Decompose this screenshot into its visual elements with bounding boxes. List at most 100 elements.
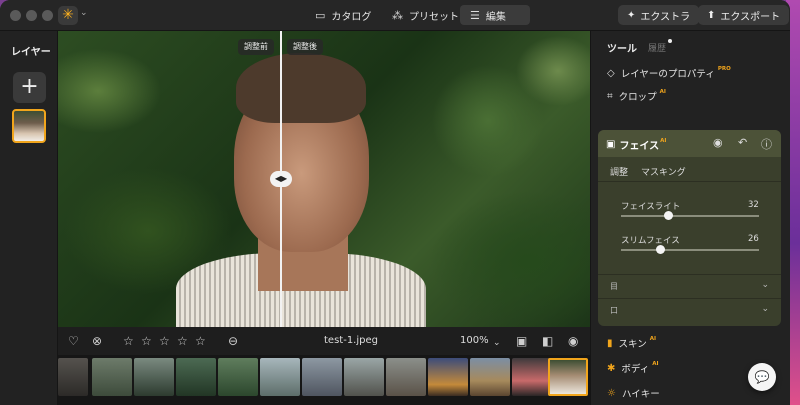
high-key-label: ハイキー bbox=[621, 389, 660, 400]
skin-label: スキン bbox=[618, 339, 647, 350]
file-name: test-1.jpeg bbox=[324, 335, 378, 346]
tab-history[interactable]: 履歴 bbox=[648, 41, 666, 54]
eye-icon[interactable]: ◉ bbox=[713, 136, 723, 149]
chevron-down-icon[interactable]: ⌄ bbox=[80, 8, 88, 18]
filmstrip-thumbnail[interactable] bbox=[260, 358, 300, 396]
app-window: ✳ ⌄ ▭ カタログ ⁂ プリセット ☰ 編集 ✦ エクストラ ⬆ エクスポート… bbox=[0, 0, 790, 405]
ai-badge: AI bbox=[649, 336, 657, 342]
chat-support-button[interactable]: 💬 bbox=[748, 363, 776, 391]
face-icon: ▣ bbox=[606, 139, 616, 150]
face-light-slider[interactable] bbox=[621, 215, 759, 217]
undo-icon[interactable]: ↶ bbox=[738, 136, 747, 149]
compare-icon[interactable]: ◧ bbox=[542, 333, 553, 349]
slim-face-slider-handle[interactable] bbox=[655, 245, 665, 254]
eyes-section[interactable]: 目 ⌄ bbox=[598, 274, 781, 296]
crop-item[interactable]: ⌗ クロップ AI bbox=[607, 89, 666, 103]
body-label: ボディ bbox=[621, 364, 650, 375]
filmstrip bbox=[58, 355, 590, 405]
notification-dot bbox=[668, 39, 672, 43]
high-key-item[interactable]: ☼ ハイキー bbox=[607, 386, 660, 401]
window-zoom-button[interactable] bbox=[42, 10, 53, 21]
highkey-icon: ☼ bbox=[607, 387, 616, 399]
zoom-level[interactable]: 100% bbox=[460, 335, 489, 346]
slim-face-value[interactable]: 26 bbox=[748, 234, 759, 244]
title-bar: ✳ ⌄ ▭ カタログ ⁂ プリセット ☰ 編集 ✦ エクストラ ⬆ エクスポート bbox=[0, 0, 790, 31]
app-logo-icon[interactable]: ✳ bbox=[58, 6, 78, 25]
face-tool-header[interactable]: ▣ フェイス AI ◉ ↶ ⓘ bbox=[598, 130, 781, 157]
nav-presets-label: プリセット bbox=[409, 11, 459, 23]
face-light-slider-handle[interactable] bbox=[663, 211, 673, 220]
filmstrip-thumbnail[interactable] bbox=[470, 358, 510, 396]
ai-badge: AI bbox=[660, 137, 667, 144]
pro-badge: PRO bbox=[717, 66, 731, 72]
body-item[interactable]: ✱ ボディ AI bbox=[607, 361, 659, 375]
heart-icon[interactable]: ♡ bbox=[68, 333, 79, 349]
eye-icon[interactable]: ◉ bbox=[568, 333, 578, 349]
chevron-down-icon: ⌄ bbox=[761, 304, 769, 314]
nav-edit-button[interactable]: ☰ 編集 bbox=[460, 5, 530, 25]
display-icon[interactable]: ▣ bbox=[516, 333, 527, 349]
image-canvas[interactable]: ◀▶ 調整前 調整後 bbox=[58, 31, 590, 327]
reject-icon[interactable]: ⊗ bbox=[92, 333, 102, 349]
filmstrip-thumbnail[interactable] bbox=[512, 358, 552, 396]
tools-panel: ツール 履歴 ◇ レイヤーのプロパティ PRO ⌗ クロップ AI ▣ フェイス… bbox=[590, 31, 790, 405]
more-options-icon[interactable]: ⊖ bbox=[228, 333, 238, 349]
face-light-value[interactable]: 32 bbox=[748, 200, 759, 210]
nav-catalog-button[interactable]: ▭ カタログ bbox=[305, 5, 381, 25]
skin-item[interactable]: ▮ スキン AI bbox=[607, 336, 656, 350]
star-icon[interactable]: ☆ bbox=[177, 333, 188, 349]
mouth-section[interactable]: 口 ⌄ bbox=[598, 298, 781, 320]
filmstrip-thumbnail[interactable] bbox=[92, 358, 132, 396]
filmstrip-thumbnail[interactable] bbox=[218, 358, 258, 396]
chevron-down-icon[interactable]: ⌄ bbox=[493, 335, 501, 351]
filmstrip-thumbnail[interactable] bbox=[428, 358, 468, 396]
sliders-icon: ☰ bbox=[470, 8, 480, 22]
filmstrip-thumbnail[interactable] bbox=[58, 358, 88, 396]
body-icon: ✱ bbox=[607, 362, 616, 374]
layer-properties-label: レイヤーのプロパティ bbox=[620, 69, 715, 80]
filmstrip-thumbnail[interactable] bbox=[134, 358, 174, 396]
layers-title: レイヤー bbox=[11, 47, 51, 58]
skin-icon: ▮ bbox=[607, 337, 613, 349]
sparkle-star-icon: ✦ bbox=[627, 9, 636, 21]
subtab-adjust[interactable]: 調整 bbox=[610, 165, 628, 178]
star-icon[interactable]: ☆ bbox=[141, 333, 152, 349]
star-icon[interactable]: ☆ bbox=[159, 333, 170, 349]
subtab-masking[interactable]: マスキング bbox=[641, 165, 686, 178]
add-layer-button[interactable]: + bbox=[13, 72, 46, 103]
divider-handle-icon[interactable]: ◀▶ bbox=[270, 171, 292, 187]
face-tool-block: ▣ フェイス AI ◉ ↶ ⓘ 調整 マスキング フェイスライト 32 スリムフ… bbox=[598, 130, 781, 326]
extra-button[interactable]: ✦ エクストラ bbox=[618, 5, 700, 25]
nav-catalog-label: カタログ bbox=[331, 11, 372, 23]
photo-hair bbox=[236, 53, 366, 123]
face-title-label: フェイス bbox=[619, 141, 660, 152]
tab-tools[interactable]: ツール bbox=[607, 40, 637, 55]
layer-properties-item[interactable]: ◇ レイヤーのプロパティ PRO bbox=[607, 66, 731, 80]
chevron-down-icon: ⌄ bbox=[761, 280, 769, 290]
star-icon[interactable]: ☆ bbox=[123, 333, 134, 349]
export-button[interactable]: ⬆ エクスポート bbox=[698, 5, 790, 25]
after-label: 調整後 bbox=[287, 39, 323, 55]
image-toolbar: ♡ ⊗ ☆ ☆ ☆ ☆ ☆ ⊖ test-1.jpeg 100% ⌄ ▣ ◧ ◉ bbox=[58, 327, 590, 355]
ai-badge: AI bbox=[659, 89, 666, 95]
crop-label: クロップ bbox=[618, 92, 657, 103]
divider bbox=[598, 181, 781, 182]
slim-face-label: スリムフェイス bbox=[621, 236, 680, 246]
face-light-label: フェイスライト bbox=[621, 202, 681, 212]
window-minimize-button[interactable] bbox=[26, 10, 37, 21]
filmstrip-thumbnail[interactable] bbox=[176, 358, 216, 396]
layer-thumbnail[interactable] bbox=[12, 109, 46, 143]
face-title: ▣ フェイス AI bbox=[606, 137, 667, 153]
filmstrip-thumbnail-selected[interactable] bbox=[548, 358, 588, 396]
filmstrip-thumbnail[interactable] bbox=[302, 358, 342, 396]
export-label: エクスポート bbox=[720, 11, 781, 23]
filmstrip-thumbnail[interactable] bbox=[386, 358, 426, 396]
star-icon[interactable]: ☆ bbox=[195, 333, 206, 349]
info-icon[interactable]: ⓘ bbox=[761, 136, 772, 152]
window-close-button[interactable] bbox=[10, 10, 21, 21]
filmstrip-thumbnail[interactable] bbox=[344, 358, 384, 396]
sparkle-icon: ⁂ bbox=[392, 8, 403, 22]
slim-face-slider[interactable] bbox=[621, 249, 759, 251]
eyes-label: 目 bbox=[610, 282, 618, 291]
nav-presets-button[interactable]: ⁂ プリセット bbox=[382, 5, 469, 25]
